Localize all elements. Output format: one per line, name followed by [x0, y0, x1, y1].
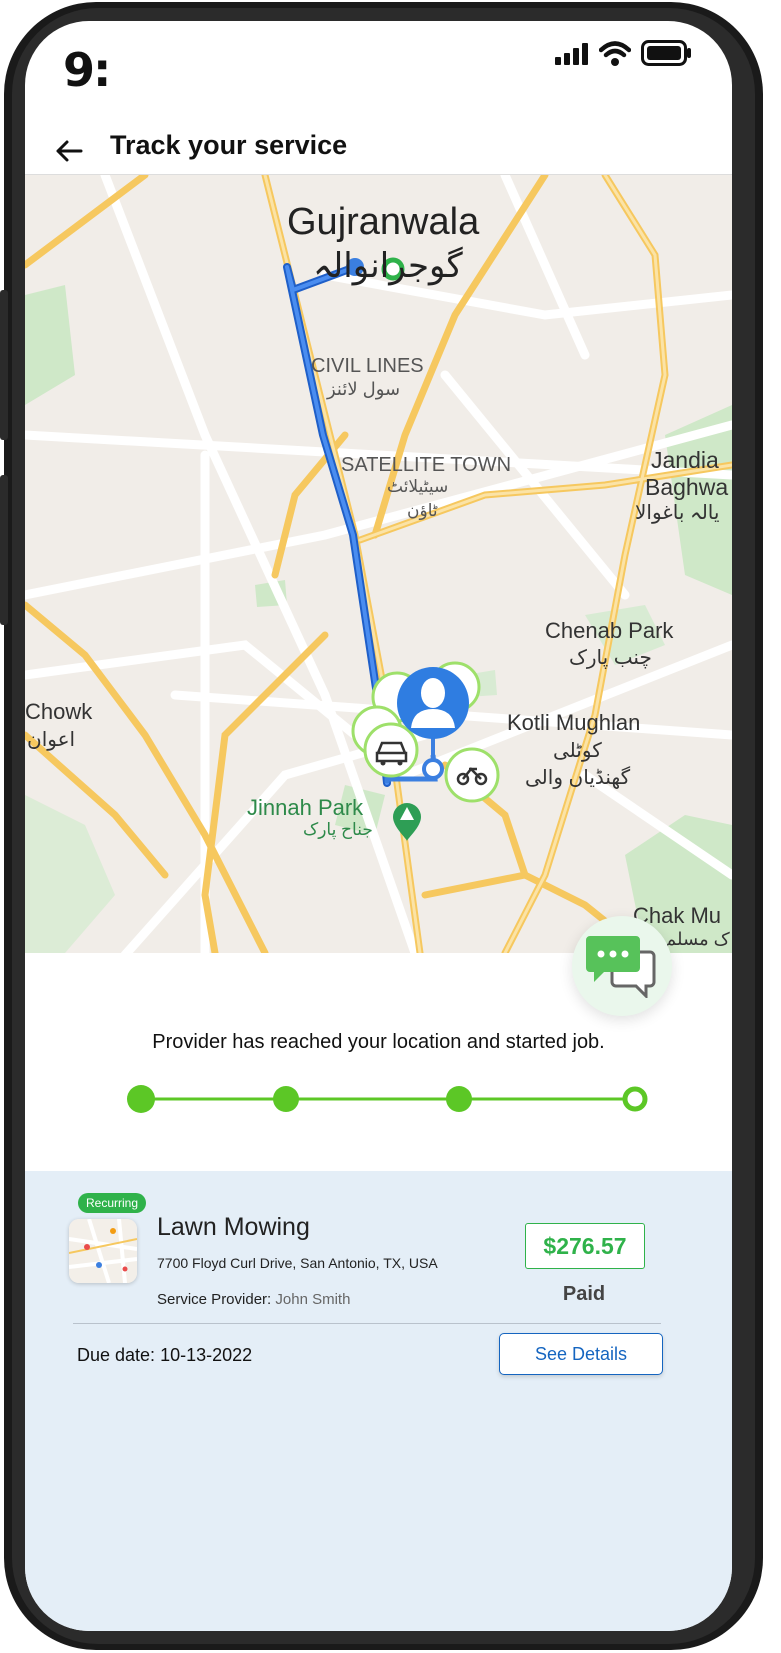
map-label-jinnah-park-urdu: جناح پارک	[303, 820, 373, 839]
map-label-civil-lines-urdu: سول لائنز	[327, 379, 401, 399]
map-label-satellite-town: SATELLITE TOWN	[341, 454, 512, 476]
service-thumbnail	[69, 1219, 137, 1283]
phone-frame: 9: Track your service Gujranwala گوجرانو…	[0, 0, 781, 1653]
chat-button[interactable]	[572, 916, 672, 1016]
map-label-chenab-park: Chenab Park	[545, 618, 674, 643]
volume-button	[0, 290, 8, 440]
see-details-button[interactable]: See Details	[499, 1333, 663, 1375]
provider-name: John Smith	[275, 1291, 351, 1308]
map-label-jandiala: Baghwa	[645, 474, 729, 500]
service-provider: Service Provider: John Smith	[157, 1291, 350, 1308]
map-thumbnail-icon	[69, 1219, 137, 1283]
map-label-satellite-town-urdu: سیٹیلائٹ	[387, 477, 449, 496]
map-label-civil-lines: CIVIL LINES	[311, 355, 424, 377]
wifi-icon	[599, 41, 631, 66]
progress-stepper	[127, 1085, 648, 1113]
status-bar: 9:	[25, 21, 732, 101]
map-label-chenab-park-urdu: چنب پارک	[569, 647, 652, 669]
payment-status: Paid	[562, 1283, 606, 1305]
tracking-status-message: Provider has reached your location and s…	[152, 1031, 605, 1053]
page-title: Track your service	[110, 130, 348, 160]
card-divider	[73, 1323, 661, 1324]
map-canvas	[25, 175, 732, 953]
map-label-kotli-urdu: گھنڈیاں والی	[525, 767, 631, 789]
service-address: 7700 Floyd Curl Drive, San Antonio, TX, …	[157, 1255, 438, 1271]
map-label-jandiala-urdu: یالہ باغوالا	[635, 502, 720, 524]
map-label-chowk-urdu: اعوان	[27, 729, 76, 751]
step-3-complete	[446, 1086, 472, 1112]
map-label-satellite-town-urdu: ٹاؤن	[407, 501, 438, 520]
map-label-chowk: Chowk	[25, 699, 93, 724]
map-label-chak-urdu: ک مسلم	[665, 929, 730, 949]
due-date-value: 10-13-2022	[160, 1345, 253, 1365]
service-name: Lawn Mowing	[157, 1213, 310, 1241]
map-label-kotli-urdu: کوٹلی	[553, 740, 602, 762]
map-label-kotli-mughlan: Kotli Mughlan	[507, 710, 641, 735]
step-1-complete	[127, 1085, 155, 1113]
map-label-jandiala: Jandia	[651, 447, 719, 473]
volume-button	[0, 475, 8, 625]
battery-icon	[641, 40, 691, 66]
step-2-complete	[273, 1086, 299, 1112]
due-date: Due date: 10-13-2022	[77, 1345, 252, 1366]
map-label-jinnah-park: Jinnah Park	[247, 795, 364, 820]
step-4-current	[622, 1086, 648, 1112]
signal-icon	[555, 43, 588, 65]
map-label-gujranwala: Gujranwala	[287, 201, 480, 243]
page-header: Track your service	[25, 113, 732, 173]
tracking-map[interactable]: Gujranwala گوجرانوالہ CIVIL LINES سول لا…	[25, 174, 732, 953]
service-price: $276.57	[525, 1223, 645, 1269]
chat-bubbles-icon	[586, 936, 656, 998]
recurring-badge: Recurring	[78, 1193, 147, 1213]
due-date-label: Due date:	[77, 1345, 156, 1365]
status-time: 9:	[63, 43, 111, 97]
map-label-gujranwala-urdu: گوجرانوالہ	[313, 247, 463, 285]
screen: 9: Track your service Gujranwala گوجرانو…	[25, 21, 732, 1631]
provider-label: Service Provider:	[157, 1291, 272, 1308]
service-card: Recurring Lawn Mowing 7700 Floyd Curl Dr…	[25, 1171, 732, 1631]
arrow-left-icon[interactable]	[53, 137, 85, 165]
